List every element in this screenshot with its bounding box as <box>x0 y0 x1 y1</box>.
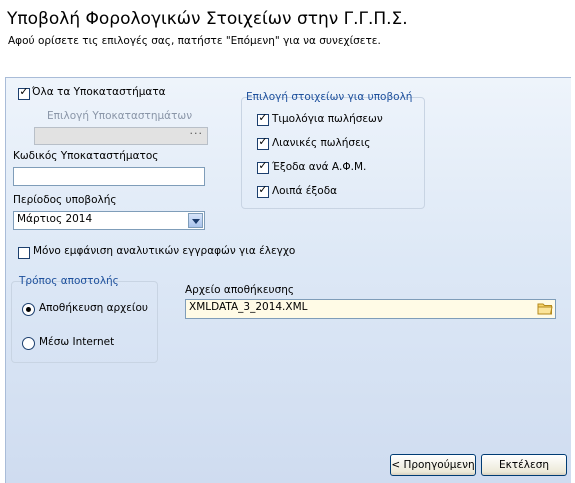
data-selection-title: Επιλογή στοιχείων για υποβολή <box>246 91 413 103</box>
send-method-group <box>11 281 158 363</box>
analytic-only-checkbox[interactable] <box>18 247 30 259</box>
branch-selection-label: Επιλογή Υποκαταστημάτων <box>47 110 193 122</box>
branch-code-input[interactable] <box>13 167 205 186</box>
wizard-header: Υποβολή Φορολογικών Στοιχείων στην Γ.Γ.Π… <box>0 0 575 74</box>
analytic-only-label: Μόνο εμφάνιση αναλυτικών εγγραφών για έλ… <box>33 245 296 257</box>
check-icon: ✓ <box>19 85 29 98</box>
expenses-by-vat-label: Έξοδα ανά Α.Φ.Μ. <box>272 161 367 173</box>
branch-selection-field: ··· <box>34 127 208 145</box>
other-expenses-label: Λοιπά έξοδα <box>272 185 338 197</box>
internet-option-label: Μέσω Internet <box>39 336 115 348</box>
save-file-radio[interactable] <box>22 303 35 316</box>
sales-invoices-label: Τιμολόγια πωλήσεων <box>272 113 383 125</box>
period-dropdown[interactable]: Μάρτιος 2014 <box>13 211 205 230</box>
period-value: Μάρτιος 2014 <box>17 213 93 225</box>
all-branches-label: Όλα τα Υποκαταστήματα <box>32 86 166 98</box>
page-subtitle: Αφού ορίσετε τις επιλογές σας, πατήστε "… <box>8 35 381 47</box>
internet-radio[interactable] <box>22 337 35 350</box>
chevron-down-icon <box>192 219 200 224</box>
retail-sales-label: Λιανικές πωλήσεις <box>272 137 371 149</box>
check-icon: ✓ <box>258 159 268 172</box>
folder-icon[interactable] <box>537 302 553 315</box>
radio-selected-dot <box>26 307 31 312</box>
page-title: Υποβολή Φορολογικών Στοιχείων στην Γ.Γ.Π… <box>7 9 408 29</box>
branch-code-label: Κωδικός Υποκαταστήματος <box>13 150 159 162</box>
save-file-value: XMLDATA_3_2014.XML <box>189 301 308 313</box>
send-method-title: Τρόπος αποστολής <box>19 275 119 287</box>
sales-invoices-checkbox[interactable]: ✓ <box>257 111 269 126</box>
previous-button[interactable]: < Προηγούμενη <box>390 454 476 476</box>
expenses-by-vat-checkbox[interactable]: ✓ <box>257 159 269 174</box>
retail-sales-checkbox[interactable]: ✓ <box>257 135 269 150</box>
dropdown-button[interactable] <box>188 213 203 228</box>
check-icon: ✓ <box>258 183 268 196</box>
execute-button[interactable]: Εκτέλεση <box>481 454 567 476</box>
all-branches-checkbox[interactable]: ✓ <box>18 85 30 100</box>
save-file-label: Αρχείο αποθήκευσης <box>185 284 295 296</box>
save-file-option-label: Αποθήκευση αρχείου <box>39 302 148 314</box>
ellipsis-icon: ··· <box>189 127 203 140</box>
save-file-input[interactable]: XMLDATA_3_2014.XML <box>185 299 556 319</box>
other-expenses-checkbox[interactable]: ✓ <box>257 183 269 198</box>
check-icon: ✓ <box>258 135 268 148</box>
check-icon: ✓ <box>258 111 268 124</box>
period-label: Περίοδος υποβολής <box>13 194 117 206</box>
